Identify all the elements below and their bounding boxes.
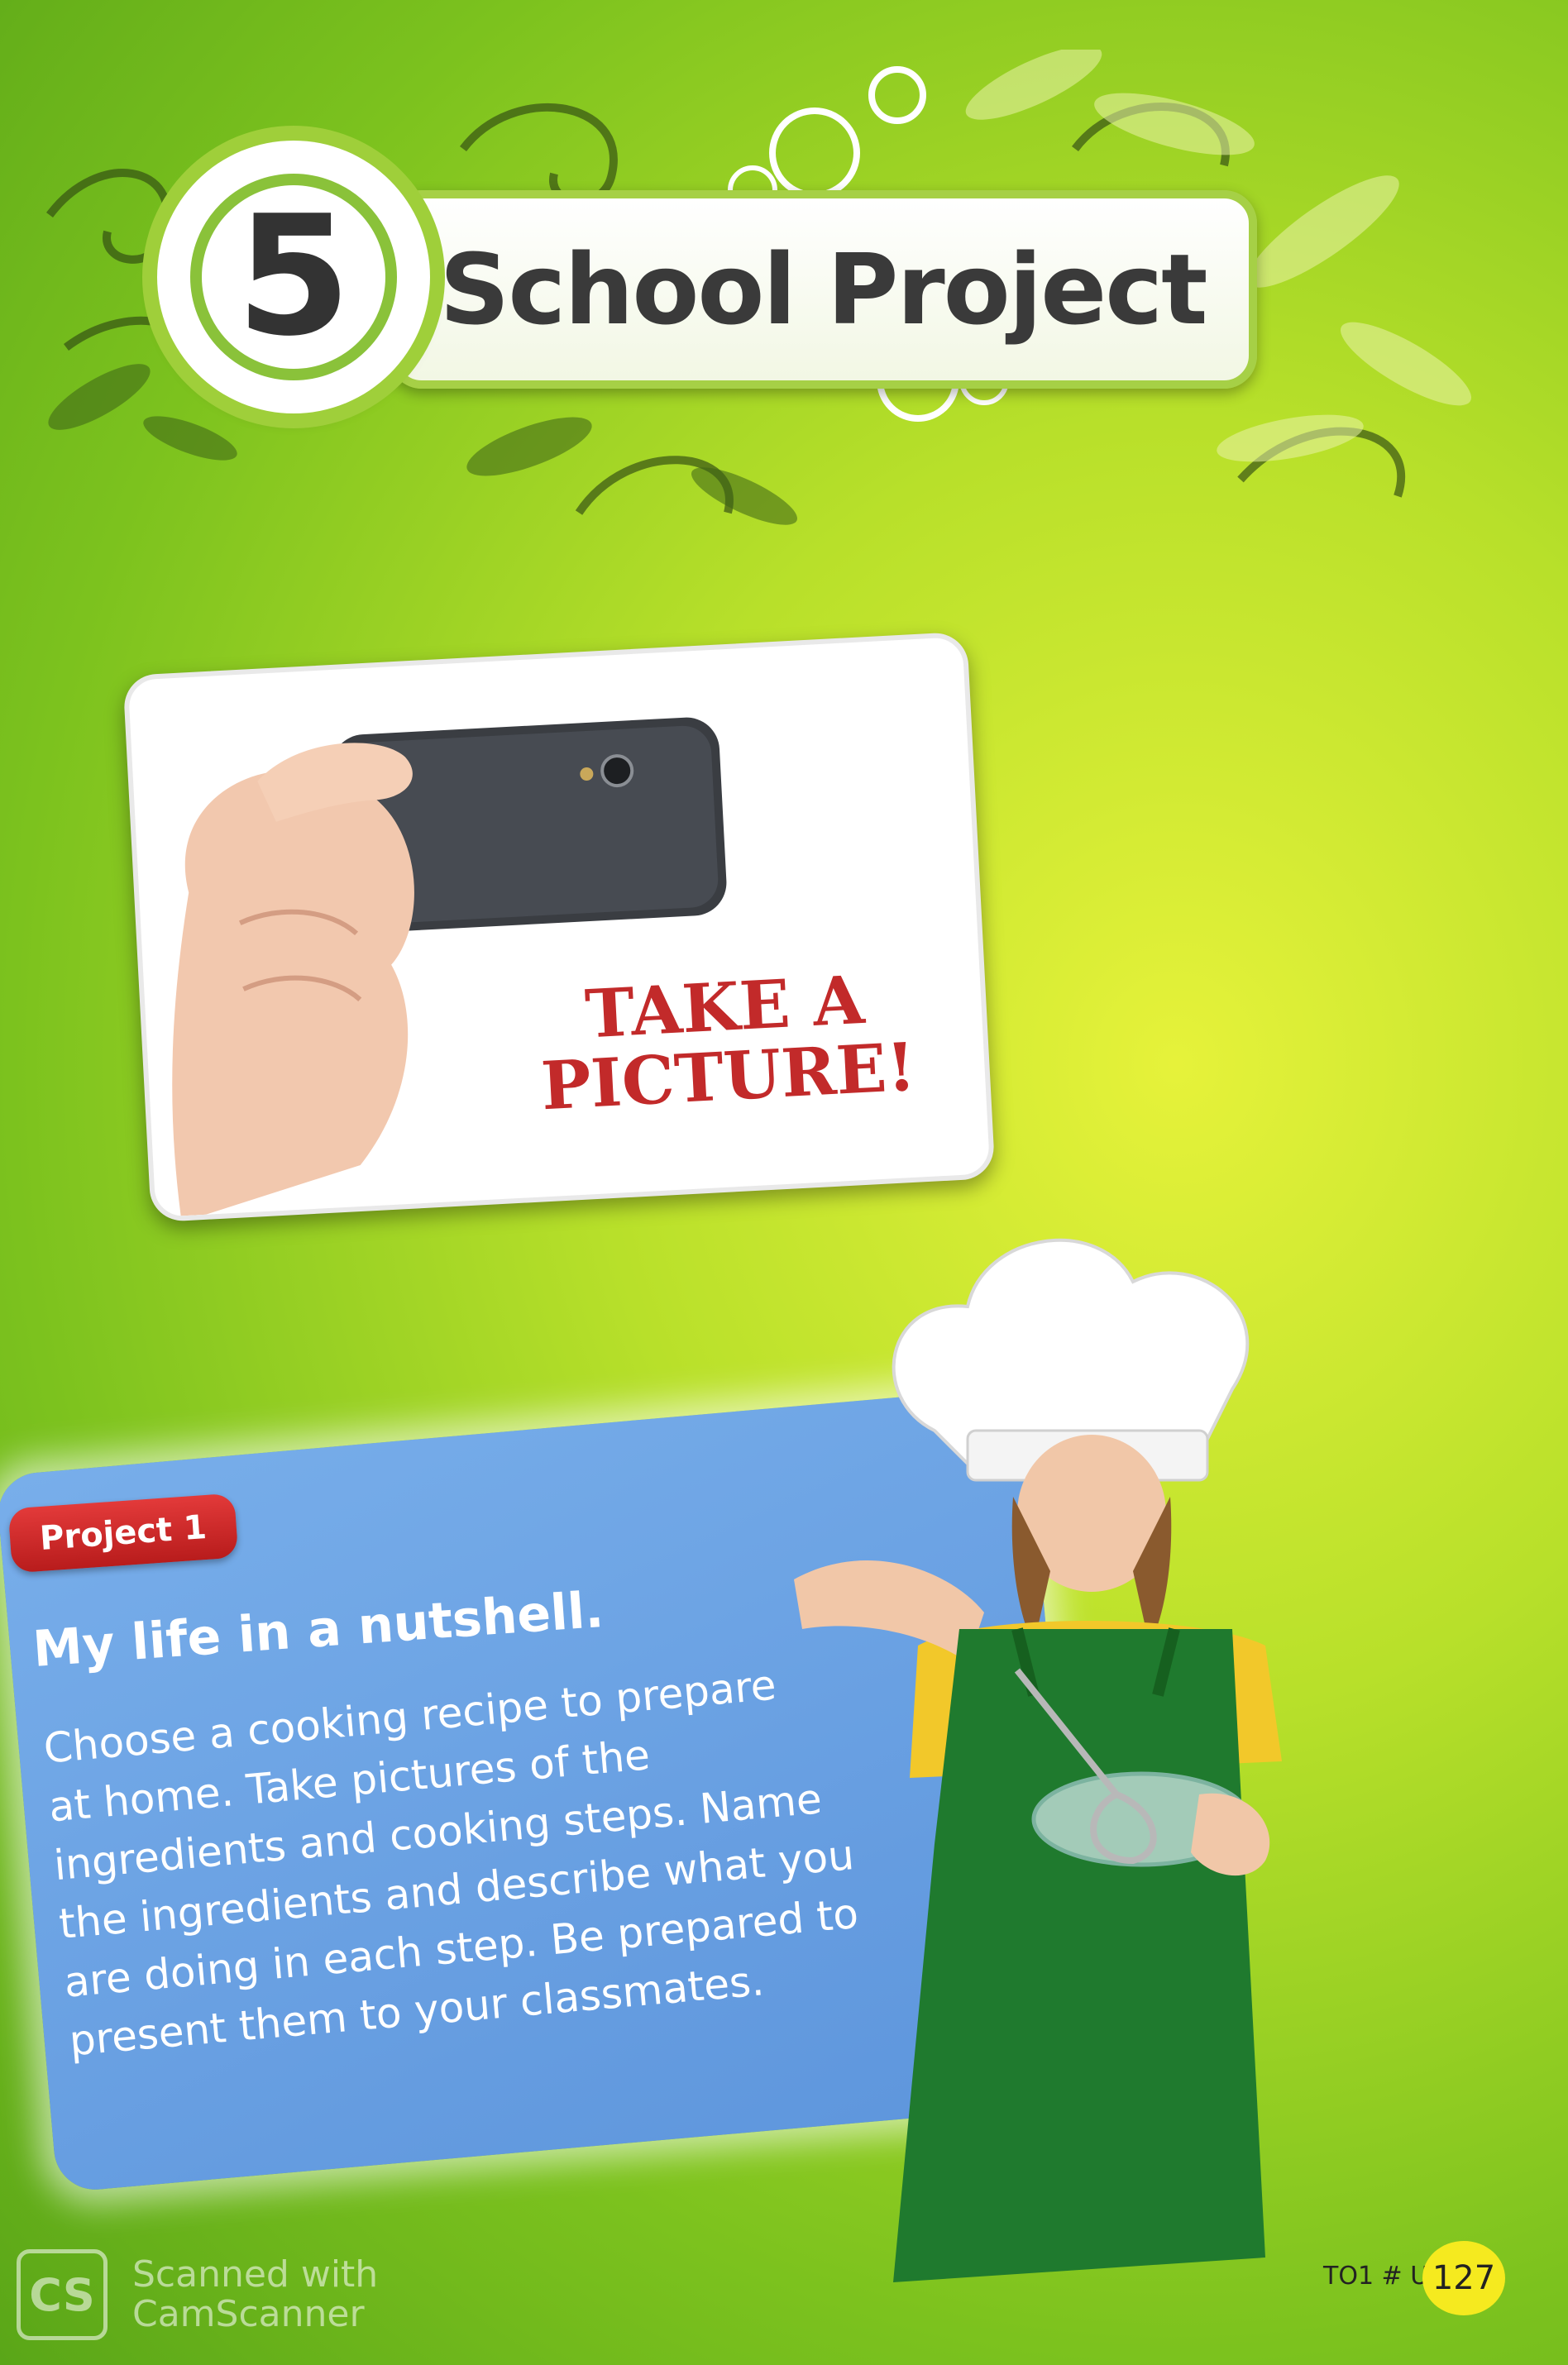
- take-a-picture-card: TAKE A PICTURE!: [122, 631, 996, 1223]
- watermark-line: Scanned with: [132, 2253, 379, 2296]
- unit-number: 5: [236, 180, 351, 373]
- unit-number-ring: 5: [190, 174, 397, 380]
- page-number: 127: [1432, 2259, 1496, 2297]
- camscanner-watermark: CS Scanned with CamScanner: [17, 2249, 378, 2340]
- watermark-text: Scanned with CamScanner: [132, 2253, 379, 2335]
- phone-camera-icon: [600, 754, 634, 788]
- hand: [172, 770, 414, 1216]
- take-a-picture-caption: TAKE A PICTURE!: [492, 960, 962, 1125]
- page-title: School Project: [439, 232, 1207, 346]
- unit-number-badge: 5: [157, 141, 430, 413]
- decorative-ring: [868, 66, 926, 124]
- watermark-line: CamScanner: [132, 2293, 365, 2335]
- hand-holding-phone-illustration: [172, 717, 727, 1216]
- decorative-ring: [769, 108, 860, 198]
- title-banner: School Project: [389, 190, 1257, 389]
- right-hand: [1191, 1793, 1270, 1876]
- camscanner-logo: CS: [17, 2249, 108, 2340]
- page-number-badge: 127: [1422, 2241, 1505, 2315]
